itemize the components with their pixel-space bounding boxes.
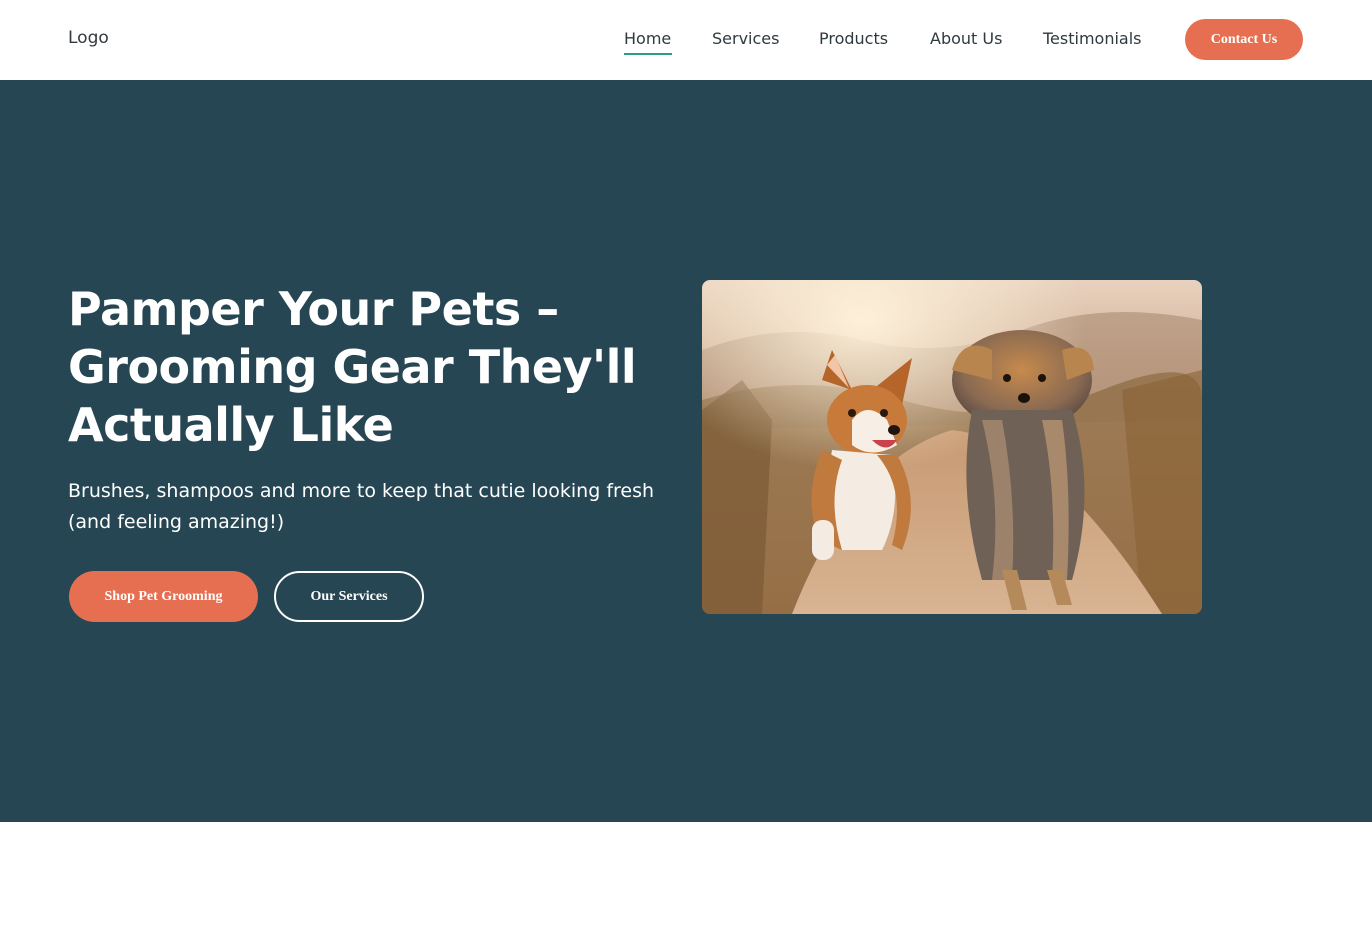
contact-us-button[interactable]: Contact Us bbox=[1185, 19, 1303, 60]
dogs-photo bbox=[702, 280, 1202, 614]
nav-item-services[interactable]: Services bbox=[712, 29, 779, 48]
shop-pet-grooming-button[interactable]: Shop Pet Grooming bbox=[69, 571, 258, 622]
site-header: Logo Home Services Products About Us Tes… bbox=[0, 0, 1372, 80]
hero-section: Pamper Your Pets – Grooming Gear They'll… bbox=[0, 80, 1372, 822]
nav-item-about-us[interactable]: About Us bbox=[930, 29, 1002, 48]
nav-item-home[interactable]: Home bbox=[624, 29, 671, 48]
hero-title: Pamper Your Pets – Grooming Gear They'll… bbox=[68, 282, 637, 452]
our-services-button[interactable]: Our Services bbox=[274, 571, 424, 622]
nav-item-products[interactable]: Products bbox=[819, 29, 888, 48]
dogs-photo-illustration bbox=[702, 280, 1202, 614]
nav-item-testimonials[interactable]: Testimonials bbox=[1043, 29, 1142, 48]
active-nav-indicator bbox=[624, 53, 672, 55]
hero-subtitle: Brushes, shampoos and more to keep that … bbox=[68, 480, 655, 533]
next-section bbox=[0, 822, 1372, 928]
logo[interactable]: Logo bbox=[68, 28, 109, 48]
